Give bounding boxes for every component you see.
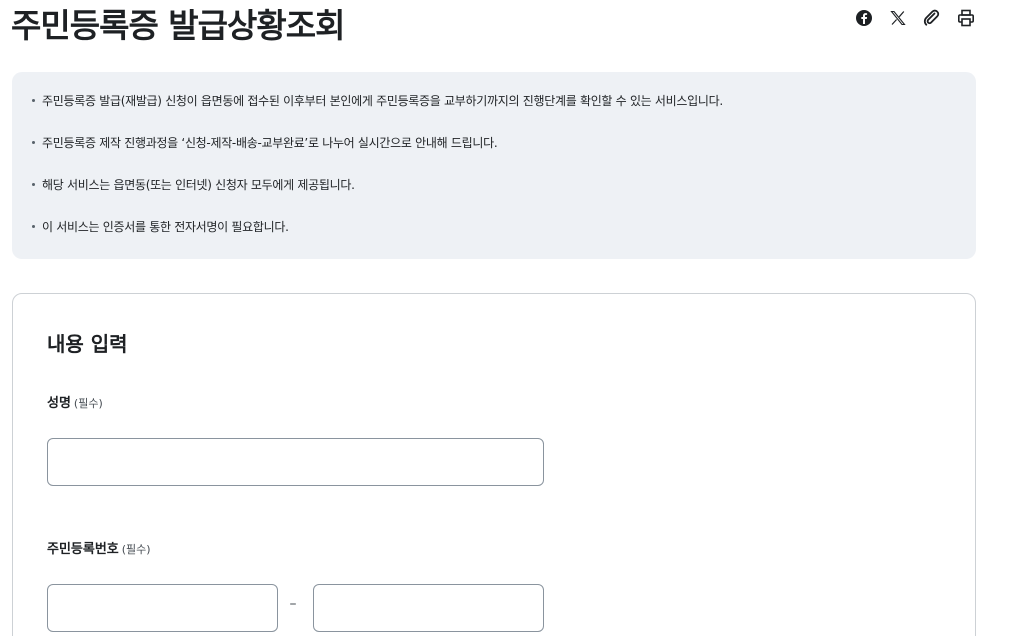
info-item: 주민등록증 제작 진행과정을 ‘신청-제작-배송-교부완료’로 나누어 실시간으… [30,133,958,153]
rrn-back-input[interactable] [313,584,544,632]
info-item: 이 서비스는 인증서를 통한 전자서명이 필요합니다. [30,217,958,237]
rrn-label-text: 주민등록번호 [47,542,119,557]
name-label-text: 성명 [47,396,71,411]
input-form-card: 내용 입력 성명 (필수) 주민등록번호 (필수) – [12,293,976,636]
page: 주민등록증 발급상황조회 주민등록증 발급(재발급) 신청이 읍면동에 접수된 … [0,0,1024,636]
facebook-share-button[interactable] [852,6,876,30]
name-label: 성명 (필수) [47,394,103,414]
share-toolbar [852,6,978,30]
rrn-required-mark: (필수) [121,543,151,556]
name-required-mark: (필수) [73,397,103,410]
rrn-separator: – [289,596,297,612]
x-share-button[interactable] [886,6,910,30]
info-list: 주민등록증 발급(재발급) 신청이 읍면동에 접수된 이후부터 본인에게 주민등… [30,91,958,237]
copy-link-button[interactable] [920,6,944,30]
page-title: 주민등록증 발급상황조회 [11,6,345,45]
link-icon [923,9,940,26]
name-input[interactable] [47,438,544,486]
print-icon [957,9,974,27]
service-info-box: 주민등록증 발급(재발급) 신청이 읍면동에 접수된 이후부터 본인에게 주민등… [12,72,976,259]
facebook-icon [856,10,872,26]
print-button[interactable] [954,6,978,30]
info-item: 해당 서비스는 읍면동(또는 인터넷) 신청자 모두에게 제공됩니다. [30,175,958,195]
rrn-label: 주민등록번호 (필수) [47,540,151,560]
form-title: 내용 입력 [47,332,128,356]
x-icon [890,10,906,26]
info-item: 주민등록증 발급(재발급) 신청이 읍면동에 접수된 이후부터 본인에게 주민등… [30,91,958,111]
rrn-front-input[interactable] [47,584,278,632]
